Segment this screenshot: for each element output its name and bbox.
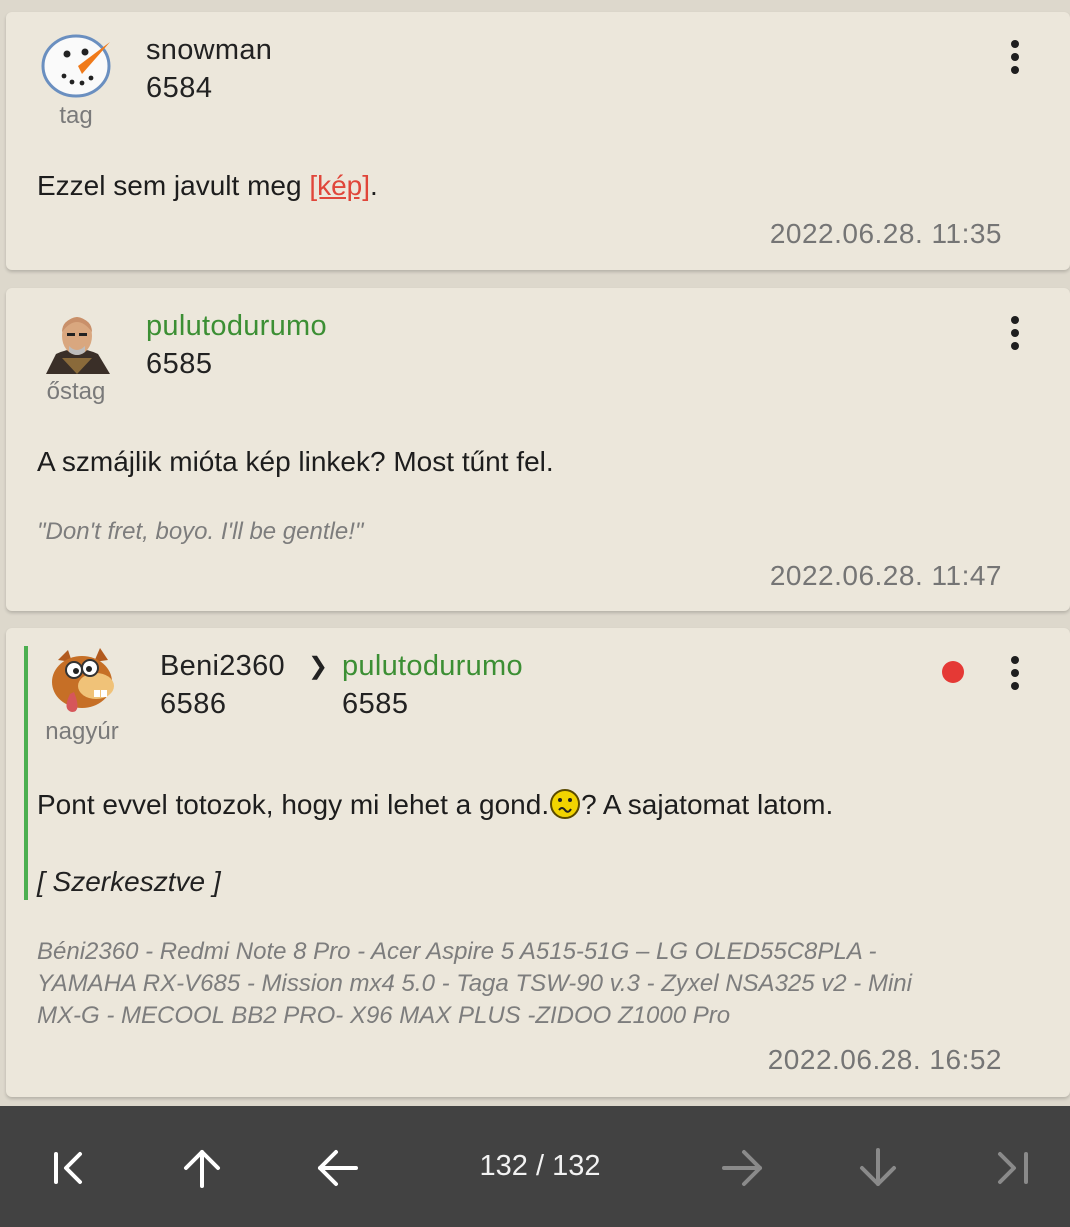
edited-label[interactable]: [ Szerkesztve ] (37, 866, 221, 898)
post-text-end: ? A sajatomat latom. (581, 789, 834, 820)
signature-line: Béni2360 - Redmi Note 8 Pro - Acer Aspir… (37, 938, 877, 965)
post-card: tag snowman 6584 Ezzel sem javult meg [k… (6, 12, 1070, 270)
post-text-end: . (370, 170, 378, 201)
more-options-icon[interactable] (1008, 316, 1022, 356)
post-number[interactable]: 6586 (160, 688, 227, 721)
post-body: Pont evvel totozok, hogy mi lehet a gond… (37, 788, 833, 821)
post-number[interactable]: 6584 (146, 72, 213, 105)
reply-arrow-icon: ❯ (308, 653, 329, 680)
signature-line: MX-G - MECOOL BB2 PRO- X96 MAX PLUS -ZID… (37, 1002, 731, 1029)
confused-smiley-icon (549, 788, 581, 820)
reply-to-post-number[interactable]: 6585 (342, 688, 409, 721)
post-text: Pont evvel totozok, hogy mi lehet a gond… (37, 789, 550, 820)
prev-page-icon[interactable] (310, 1146, 366, 1190)
post-body: Ezzel sem javult meg [kép]. (37, 170, 378, 202)
page-indicator: 132 / 132 (479, 1150, 601, 1182)
bald-man-avatar-icon[interactable] (40, 308, 114, 374)
cartoon-animal-avatar-icon[interactable] (44, 648, 118, 714)
post-number[interactable]: 6585 (146, 348, 213, 381)
reply-indicator-bar (24, 646, 28, 900)
last-page-icon[interactable] (986, 1146, 1042, 1190)
post-date: 2022.06.28. 11:35 (769, 218, 1002, 249)
signature-line: YAMAHA RX-V685 - Mission mx4 5.0 - Taga … (37, 970, 912, 997)
post-date: 2022.06.28. 16:52 (767, 1044, 1002, 1075)
username[interactable]: Beni2360 (160, 650, 285, 683)
snowman-avatar-icon[interactable] (40, 32, 114, 98)
post-body: A szmájlik mióta kép linkek? Most tűnt f… (37, 446, 554, 477)
user-rank: őstag (46, 378, 106, 405)
more-options-icon[interactable] (1008, 656, 1022, 696)
unread-indicator-dot (942, 661, 964, 683)
post-card: nagyúr Beni2360 6586 ❯ pulutodurumo 6585… (6, 628, 1070, 1097)
more-options-icon[interactable] (1008, 40, 1022, 80)
scroll-bottom-icon[interactable] (850, 1146, 906, 1190)
username[interactable]: pulutodurumo (146, 310, 327, 343)
post-date: 2022.06.28. 11:47 (769, 560, 1002, 591)
first-page-icon[interactable] (40, 1146, 96, 1190)
user-rank: nagyúr (45, 718, 119, 745)
post-text: Ezzel sem javult meg (37, 170, 310, 201)
user-rank: tag (59, 102, 93, 129)
username[interactable]: snowman (146, 34, 272, 67)
user-signature: Béni2360 - Redmi Note 8 Pro - Acer Aspir… (37, 936, 912, 1032)
post-card: őstag pulutodurumo 6585 A szmájlik mióta… (6, 288, 1070, 611)
scroll-top-icon[interactable] (174, 1146, 230, 1190)
user-signature: "Don't fret, boyo. I'll be gentle!" (37, 518, 364, 545)
next-page-icon[interactable] (714, 1146, 770, 1190)
image-link[interactable]: [kép] (309, 170, 370, 201)
reply-to-username[interactable]: pulutodurumo (342, 650, 523, 683)
pagination-bar: 132 / 132 (0, 1106, 1070, 1227)
